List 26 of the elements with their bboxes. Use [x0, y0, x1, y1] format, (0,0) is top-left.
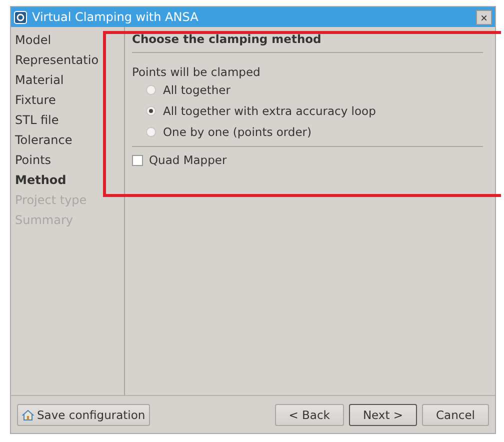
wizard-button[interactable]: Cancel — [422, 404, 489, 426]
page-heading: Choose the clamping method — [132, 32, 483, 53]
wizard-step[interactable]: STL file — [15, 110, 124, 130]
group-label: Points will be clamped — [132, 65, 262, 79]
wizard-button[interactable]: < Back — [274, 404, 344, 426]
option-label[interactable]: All together — [163, 82, 230, 96]
close-button[interactable]: × — [476, 10, 492, 24]
wizard-step[interactable]: Points — [15, 150, 124, 170]
wizard-step[interactable]: Method — [15, 170, 124, 190]
wizard-step[interactable]: Model — [15, 30, 124, 50]
app-icon — [14, 10, 27, 24]
window-title: Virtual Clamping with ANSA — [32, 10, 200, 24]
option-label[interactable]: All together with extra accuracy loop — [163, 104, 376, 118]
wizard-button[interactable]: Next > — [348, 404, 418, 426]
wizard-step[interactable]: Material — [15, 70, 124, 90]
wizard-step[interactable]: Tolerance — [15, 130, 124, 150]
radio-button[interactable] — [146, 126, 156, 136]
wizard-step[interactable]: Fixture — [15, 90, 124, 110]
radio-button[interactable] — [146, 84, 156, 94]
checkbox-label[interactable]: Quad Mapper — [149, 153, 227, 167]
radio-button[interactable] — [146, 106, 156, 116]
home-icon — [22, 408, 34, 420]
wizard-step[interactable]: Representatio — [15, 50, 124, 70]
checkbox[interactable] — [132, 154, 143, 166]
option-label[interactable]: One by one (points order) — [163, 124, 312, 138]
save-configuration-button[interactable]: Save configuration — [17, 404, 150, 426]
